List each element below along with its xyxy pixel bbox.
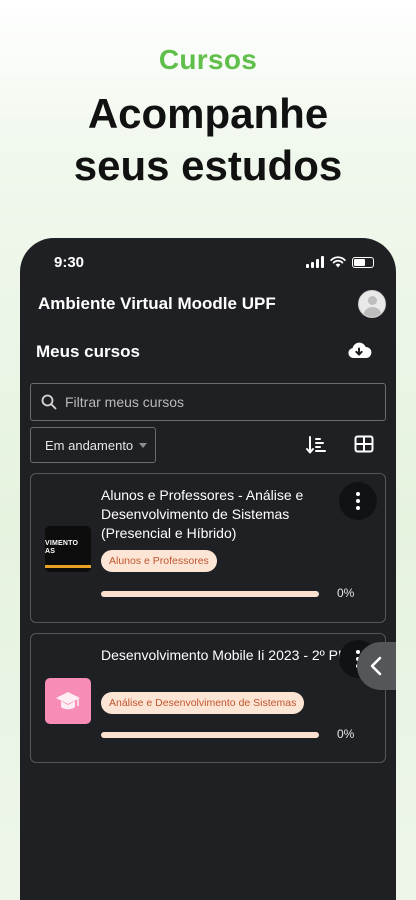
graduation-cap-icon — [56, 692, 80, 710]
status-icons — [306, 256, 374, 268]
search-field[interactable] — [30, 383, 386, 421]
course-progress-bar — [101, 732, 319, 738]
app-title: Ambiente Virtual Moodle UPF — [38, 294, 276, 313]
status-time: 9:30 — [54, 254, 85, 271]
cloud-download-icon[interactable] — [346, 340, 372, 362]
search-icon — [41, 394, 57, 410]
status-filter-value: Em andamento — [45, 437, 134, 453]
wifi-icon — [330, 256, 346, 268]
sort-icon[interactable] — [305, 435, 327, 455]
course-category-tag: Alunos e Professores — [101, 550, 217, 572]
course-card[interactable]: VIMENTO AS Alunos e Professores - Anális… — [30, 473, 386, 623]
course-card[interactable]: Desenvolvimento Mobile Ii 2023 - 2º PL A… — [30, 633, 386, 763]
course-progress-percent: 0% — [337, 586, 355, 600]
thumbnail-text-line2: AS — [45, 548, 56, 555]
signal-icon — [306, 256, 324, 268]
promo-title: Acompanhe seus estudos — [0, 88, 416, 192]
promo-title-line1: Acompanhe — [87, 90, 329, 137]
chevron-down-icon — [139, 442, 148, 448]
grid-view-icon[interactable] — [354, 435, 374, 453]
status-bar: 9:30 — [20, 252, 396, 274]
avatar-icon — [368, 296, 377, 305]
kebab-menu-icon[interactable] — [339, 482, 377, 520]
chevron-left-icon — [370, 656, 382, 676]
course-thumbnail — [45, 678, 91, 724]
course-progress-bar — [101, 591, 319, 597]
phone-screen: 9:30 Ambiente Virtual Moodle UPF Meus cu… — [20, 238, 396, 900]
battery-icon — [352, 256, 374, 268]
course-name[interactable]: Alunos e Professores - Análise e Desenvo… — [101, 486, 341, 543]
thumbnail-text-line1: VIMENTO — [45, 540, 79, 547]
section-title: Meus cursos — [36, 342, 140, 361]
user-avatar[interactable] — [358, 290, 386, 318]
search-input[interactable] — [65, 394, 365, 410]
course-category-tag: Análise e Desenvolvimento de Sistemas — [101, 692, 305, 714]
promo-eyebrow: Cursos — [158, 44, 258, 75]
course-thumbnail: VIMENTO AS — [45, 526, 91, 572]
status-filter-select[interactable]: Em andamento — [30, 427, 156, 463]
course-progress-percent: 0% — [337, 727, 355, 741]
course-name[interactable]: Desenvolvimento Mobile Ii 2023 - 2º PL — [101, 646, 351, 665]
promo-title-line2: seus estudos — [73, 142, 343, 189]
